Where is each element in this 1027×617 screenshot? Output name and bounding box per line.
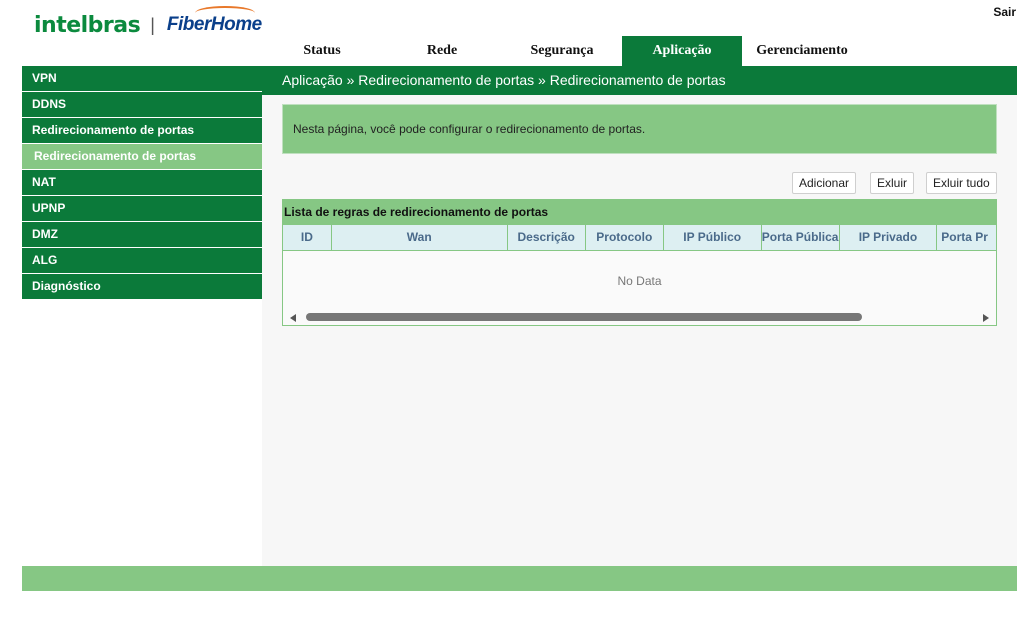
column-header-porta-privada: Porta Pr (941, 230, 988, 244)
tab-gerenciamento[interactable]: Gerenciamento (742, 36, 862, 66)
table-title: Lista de regras de redirecionamento de p… (283, 200, 996, 225)
rules-table: Lista de regras de redirecionamento de p… (282, 199, 997, 326)
column-header-protocolo: Protocolo (586, 225, 664, 250)
tab-status[interactable]: Status (262, 36, 382, 66)
empty-state: No Data (617, 274, 662, 288)
fiberhome-arc-icon (194, 6, 255, 20)
fiberhome-logo: FiberHome (167, 6, 262, 36)
sidebar: VPN DDNS Redirecionamento de portas Redi… (22, 66, 262, 300)
top-navigation: Status Rede Segurança Aplicação Gerencia… (262, 36, 862, 66)
sidebar-item-diagnostico[interactable]: Diagnóstico (22, 274, 262, 300)
sidebar-item-port-forwarding[interactable]: Redirecionamento de portas (22, 118, 262, 144)
sidebar-item-nat[interactable]: NAT (22, 170, 262, 196)
tab-rede[interactable]: Rede (382, 36, 502, 66)
delete-all-button[interactable]: Exluir tudo (926, 172, 997, 194)
column-header-descricao: Descrição (508, 225, 586, 250)
breadcrumb: Aplicação » Redirecionamento de portas »… (262, 66, 1017, 95)
sidebar-item-ddns[interactable]: DDNS (22, 92, 262, 118)
delete-button[interactable]: Exluir (870, 172, 915, 194)
scroll-left-arrow-icon[interactable] (290, 314, 296, 322)
sidebar-item-dmz[interactable]: DMZ (22, 222, 262, 248)
logo: intelbras | FiberHome (34, 6, 262, 40)
info-panel: Nesta página, você pode configurar o red… (282, 104, 997, 154)
footer-bar (22, 566, 1017, 591)
sidebar-item-vpn[interactable]: VPN (22, 66, 262, 92)
scrollbar-thumb[interactable] (306, 313, 862, 321)
column-header-porta-publica: Porta Pública (762, 225, 840, 250)
column-header-id: ID (283, 225, 332, 250)
tab-aplicacao[interactable]: Aplicação (622, 36, 742, 66)
scroll-right-arrow-icon[interactable] (983, 314, 989, 322)
sidebar-item-alg[interactable]: ALG (22, 248, 262, 274)
add-button[interactable]: Adicionar (792, 172, 857, 194)
table-header: ID Wan Descrição Protocolo IP Público Po… (283, 225, 996, 251)
sidebar-item-upnp[interactable]: UPNP (22, 196, 262, 222)
logo-separator: | (150, 14, 155, 35)
horizontal-scrollbar[interactable] (283, 311, 996, 325)
info-text: Nesta página, você pode configurar o red… (293, 122, 646, 136)
sidebar-subitem-port-forwarding[interactable]: Redirecionamento de portas (22, 144, 262, 170)
tab-seguranca[interactable]: Segurança (502, 36, 622, 66)
intelbras-logo: intelbras (34, 12, 141, 38)
column-header-wan: Wan (332, 225, 508, 250)
column-header-ip-publico: IP Público (664, 225, 762, 250)
column-header-ip-privado: IP Privado (840, 225, 938, 250)
logout-link[interactable]: Sair (993, 5, 1016, 19)
